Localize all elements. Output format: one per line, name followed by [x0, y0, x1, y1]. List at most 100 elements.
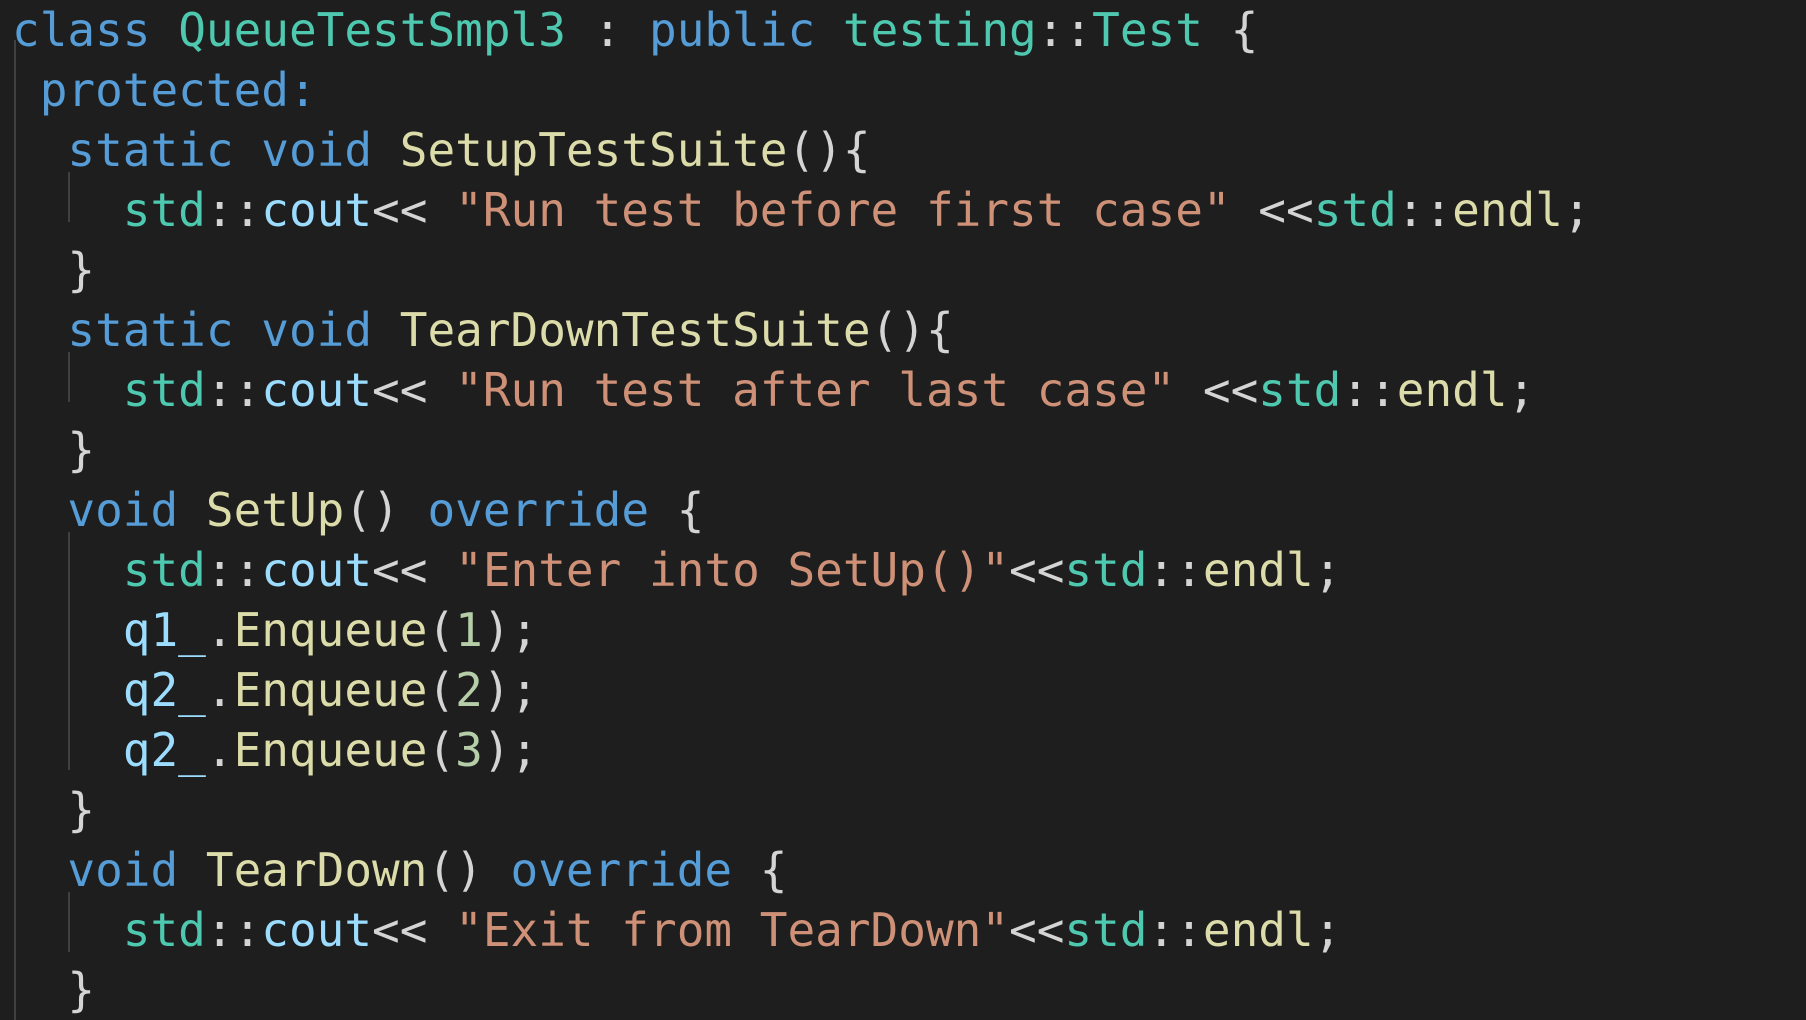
keyword-token: class — [12, 3, 151, 57]
punctuation-token: () — [344, 483, 428, 537]
punctuation-token — [12, 363, 123, 417]
function-token: SetUp — [205, 483, 345, 537]
punctuation-token: { — [1202, 3, 1259, 57]
string-token: "Run test before first case" — [455, 183, 1231, 237]
code-line[interactable]: } — [12, 780, 95, 840]
code-line[interactable]: } — [12, 960, 95, 1020]
code-line[interactable]: std::cout<< "Run test before first case"… — [12, 180, 1591, 240]
punctuation-token: . — [205, 663, 234, 717]
type-token: std — [1258, 363, 1342, 417]
punctuation-token: { — [732, 843, 788, 897]
punctuation-token: :: — [205, 363, 262, 417]
punctuation-token: (){ — [787, 123, 871, 177]
variable-token: q2_ — [122, 723, 206, 777]
keyword-token: protected: — [39, 63, 317, 117]
number-token: 3 — [455, 723, 483, 777]
punctuation-token: ( — [427, 663, 456, 717]
punctuation-token: << — [1175, 363, 1259, 417]
code-line[interactable]: void TearDown() override { — [12, 840, 787, 900]
keyword-token: static — [67, 303, 234, 357]
variable-token: cout — [261, 903, 373, 957]
number-token: 2 — [455, 663, 483, 717]
punctuation-token — [12, 723, 123, 777]
punctuation-token: :: — [205, 543, 262, 597]
punctuation-token: :: — [1147, 903, 1203, 957]
punctuation-token — [234, 123, 262, 177]
code-line[interactable]: q2_.Enqueue(3); — [12, 720, 538, 780]
code-line[interactable]: } — [12, 240, 95, 300]
punctuation-token: } — [12, 423, 96, 477]
punctuation-token: :: — [205, 903, 262, 957]
punctuation-token: ( — [427, 723, 456, 777]
punctuation-token: ; — [1507, 363, 1536, 417]
type-token: std — [122, 363, 206, 417]
function-token: TearDownTestSuite — [399, 303, 871, 357]
string-token: "Run test after last case" — [455, 363, 1176, 417]
punctuation-token: ; — [1313, 903, 1342, 957]
function-token: Enqueue — [233, 723, 428, 777]
punctuation-token: . — [205, 603, 234, 657]
code-line[interactable]: protected: — [12, 60, 317, 120]
function-token: endl — [1452, 183, 1563, 237]
punctuation-token: : — [565, 3, 650, 57]
function-token: Enqueue — [233, 603, 428, 657]
type-token: std — [1313, 183, 1397, 237]
variable-token: q2_ — [122, 663, 206, 717]
punctuation-token: { — [649, 483, 705, 537]
punctuation-token — [12, 483, 67, 537]
punctuation-token: :: — [1341, 363, 1397, 417]
punctuation-token: :: — [1147, 543, 1203, 597]
function-token: endl — [1202, 543, 1314, 597]
punctuation-token: << — [372, 903, 456, 957]
punctuation-token: } — [12, 243, 96, 297]
punctuation-token: ; — [1562, 183, 1591, 237]
punctuation-token: ); — [482, 663, 539, 717]
punctuation-token: :: — [205, 183, 262, 237]
string-token: "Exit from TearDown" — [455, 903, 1010, 957]
punctuation-token — [12, 843, 67, 897]
punctuation-token — [372, 303, 400, 357]
punctuation-token — [12, 303, 67, 357]
code-line[interactable]: std::cout<< "Exit from TearDown"<<std::e… — [12, 900, 1342, 960]
type-token: std — [122, 183, 206, 237]
keyword-token: void — [67, 843, 179, 897]
type-token: testing — [842, 3, 1037, 57]
punctuation-token — [12, 603, 123, 657]
punctuation-token — [150, 3, 178, 57]
punctuation-token: } — [12, 783, 96, 837]
function-token: SetupTestSuite — [399, 123, 788, 177]
code-line[interactable]: void SetUp() override { — [12, 480, 704, 540]
punctuation-token: (){ — [870, 303, 954, 357]
code-line[interactable]: } — [12, 420, 95, 480]
code-line[interactable]: q2_.Enqueue(2); — [12, 660, 538, 720]
code-line[interactable]: std::cout<< "Enter into SetUp()"<<std::e… — [12, 540, 1342, 600]
punctuation-token — [12, 663, 123, 717]
punctuation-token — [12, 543, 123, 597]
keyword-token: static — [67, 123, 234, 177]
punctuation-token — [234, 303, 262, 357]
string-token: "Enter into SetUp()" — [455, 543, 1010, 597]
code-line[interactable]: std::cout<< "Run test after last case" <… — [12, 360, 1535, 420]
function-token: endl — [1202, 903, 1314, 957]
type-token: QueueTestSmpl3 — [178, 3, 566, 57]
punctuation-token: << — [372, 363, 456, 417]
function-token: endl — [1396, 363, 1508, 417]
punctuation-token — [372, 123, 400, 177]
punctuation-token — [12, 903, 123, 957]
code-line[interactable]: static void SetupTestSuite(){ — [12, 120, 871, 180]
keyword-token: void — [261, 303, 373, 357]
punctuation-token — [178, 843, 206, 897]
code-line[interactable]: static void TearDownTestSuite(){ — [12, 300, 954, 360]
keyword-token: override — [427, 483, 650, 537]
punctuation-token — [12, 63, 40, 117]
punctuation-token: :: — [1036, 3, 1093, 57]
keyword-token: void — [67, 483, 179, 537]
type-token: Test — [1092, 3, 1203, 57]
variable-token: cout — [261, 183, 373, 237]
punctuation-token: << — [372, 543, 456, 597]
code-line[interactable]: class QueueTestSmpl3 : public testing::T… — [12, 0, 1258, 60]
number-token: 1 — [455, 603, 483, 657]
function-token: TearDown — [205, 843, 428, 897]
code-editor[interactable]: class QueueTestSmpl3 : public testing::T… — [0, 0, 1806, 1020]
code-line[interactable]: q1_.Enqueue(1); — [12, 600, 538, 660]
